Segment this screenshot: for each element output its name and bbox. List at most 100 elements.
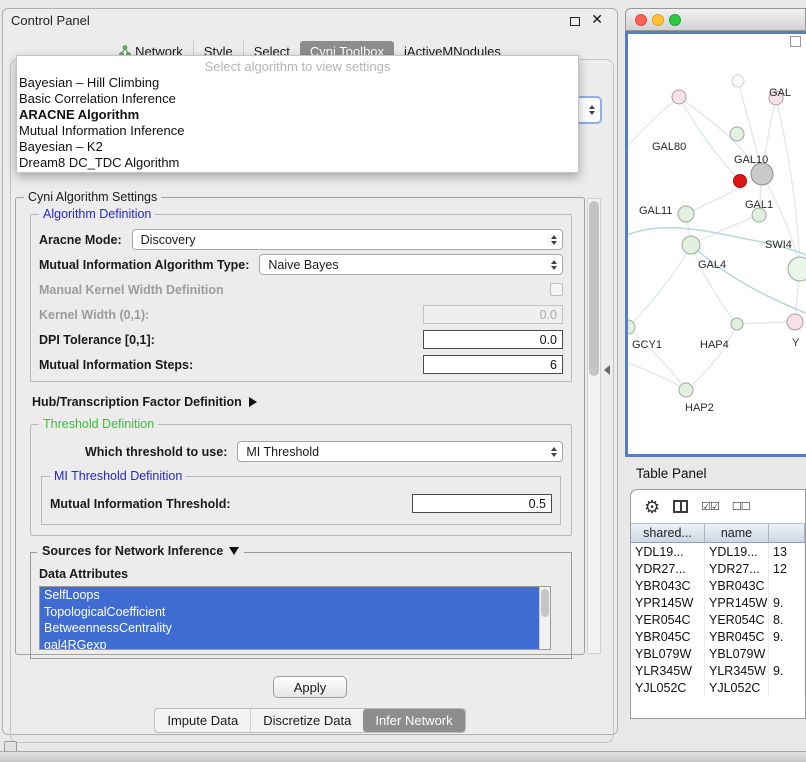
table-row[interactable]: YLR345W YLR345W 9. xyxy=(631,662,805,679)
dpi-tolerance-field[interactable] xyxy=(423,330,563,349)
network-node-gal4[interactable] xyxy=(682,236,700,254)
list-item[interactable]: TopologicalCoefficient xyxy=(40,604,539,621)
table-panel-window: ⚙ ☑☑ ☐☐ shared... name YDL19... YDL19...… xyxy=(630,489,806,719)
table-row[interactable]: YER054C YER054C 8. xyxy=(631,611,805,628)
which-threshold-value: MI Threshold xyxy=(246,445,319,459)
canvas-corner-box[interactable] xyxy=(790,36,801,47)
table-row[interactable]: YBR043C YBR043C xyxy=(631,577,805,594)
control-panel-titlebar: Control Panel ✕ xyxy=(3,9,617,33)
network-node[interactable] xyxy=(787,314,803,330)
mi-type-select[interactable]: Naive Bayes xyxy=(259,254,563,275)
tab-impute-data[interactable]: Impute Data xyxy=(155,709,250,732)
cell: 13 xyxy=(769,543,805,560)
network-node[interactable] xyxy=(731,318,743,330)
gear-icon[interactable]: ⚙ xyxy=(644,498,660,516)
sources-expander[interactable]: Sources for Network Inference xyxy=(37,544,244,558)
network-window-titlebar xyxy=(625,8,806,31)
network-node-labels: GAL GAL80 GAL10 GAL11 GAL1 SWI4 GAL4 GCY… xyxy=(632,87,800,414)
cell: YBL079W xyxy=(631,645,705,662)
manual-kernel-label: Manual Kernel Width Definition xyxy=(39,283,224,297)
list-item[interactable]: gal4RGexp xyxy=(40,637,539,651)
network-view-window: GAL GAL80 GAL10 GAL11 GAL1 SWI4 GAL4 GCY… xyxy=(625,8,806,457)
list-item[interactable]: BetweennessCentrality xyxy=(40,620,539,637)
cell: YDR27... xyxy=(705,560,769,577)
cell: 9. xyxy=(769,628,805,645)
popup-item[interactable]: Mutual Information Inference xyxy=(17,123,578,139)
cell: YLR345W xyxy=(705,662,769,679)
select-all-checkboxes-icon[interactable]: ☑☑ xyxy=(701,500,719,513)
popup-item[interactable]: Bayesian – Hill Climbing xyxy=(17,75,578,91)
table-row[interactable]: YBR045C YBR045C 9. xyxy=(631,628,805,645)
list-item[interactable]: SelfLoops xyxy=(40,587,539,604)
mac-close-button[interactable] xyxy=(635,14,647,26)
network-node[interactable] xyxy=(730,127,744,141)
mi-threshold-field[interactable] xyxy=(412,494,552,513)
network-canvas[interactable]: GAL GAL80 GAL10 GAL11 GAL1 SWI4 GAL4 GCY… xyxy=(625,31,806,457)
list-scrollbar[interactable] xyxy=(539,587,550,649)
network-node[interactable] xyxy=(788,257,806,281)
cell: 12 xyxy=(769,560,805,577)
stepper-icon xyxy=(551,447,557,457)
network-node-red[interactable] xyxy=(734,175,747,188)
splitter-collapse-icon[interactable] xyxy=(604,365,610,375)
deselect-all-checkboxes-icon[interactable]: ☐☐ xyxy=(732,500,750,513)
data-attributes-list: SelfLoops TopologicalCoefficient Between… xyxy=(39,586,551,650)
algorithm-dropdown-popup: Select algorithm to view settings Bayesi… xyxy=(16,55,579,173)
table-row[interactable]: YPR145W YPR145W 9. xyxy=(631,594,805,611)
algorithm-definition-group: Algorithm Definition Aracne Mode: Discov… xyxy=(30,214,572,382)
hub-definition-expander[interactable]: Hub/Transcription Factor Definition xyxy=(32,392,572,412)
columns-icon[interactable] xyxy=(673,500,688,513)
popup-item[interactable]: Dream8 DC_TDC Algorithm xyxy=(17,155,578,171)
close-icon[interactable]: ✕ xyxy=(591,11,603,28)
cell: YPR145W xyxy=(705,594,769,611)
cell: YBL079W xyxy=(705,645,769,662)
cyni-bottom-tabs: Impute Data Discretize Data Infer Networ… xyxy=(3,708,617,733)
table-row[interactable]: YDL19... YDL19... 13 xyxy=(631,543,805,560)
cell: YDR27... xyxy=(631,560,705,577)
which-threshold-select[interactable]: MI Threshold xyxy=(237,441,563,462)
apply-button[interactable]: Apply xyxy=(273,676,347,698)
node-label: GAL10 xyxy=(734,154,768,166)
stepper-icon xyxy=(551,235,557,245)
data-attributes-label: Data Attributes xyxy=(39,567,563,581)
tab-infer-network[interactable]: Infer Network xyxy=(363,709,464,732)
popup-item[interactable]: Bayesian – K2 xyxy=(17,139,578,155)
network-node[interactable] xyxy=(672,90,686,104)
column-header-extra[interactable] xyxy=(769,524,805,542)
table-row[interactable]: YBL079W YBL079W xyxy=(631,645,805,662)
float-window-icon[interactable] xyxy=(570,17,580,26)
column-header-shared[interactable]: shared... xyxy=(631,524,705,542)
stepper-icon xyxy=(551,260,557,270)
mac-zoom-button[interactable] xyxy=(669,14,681,26)
node-label: GAL4 xyxy=(698,259,726,271)
network-node[interactable] xyxy=(732,75,744,87)
network-node[interactable] xyxy=(678,206,694,222)
tab-discretize-data[interactable]: Discretize Data xyxy=(250,709,363,732)
table-row[interactable]: YJL052C YJL052C xyxy=(631,679,805,696)
node-label: GCY1 xyxy=(632,339,662,351)
popup-item-selected[interactable]: ARACNE Algorithm xyxy=(17,107,578,123)
cell: 9. xyxy=(769,594,805,611)
mac-minimize-button[interactable] xyxy=(652,14,664,26)
kernel-width-field[interactable] xyxy=(423,305,563,324)
settings-group-title: Cyni Algorithm Settings xyxy=(24,190,161,204)
cyni-algorithm-settings-group: Cyni Algorithm Settings Algorithm Defini… xyxy=(15,197,585,655)
table-toolbar: ⚙ ☑☑ ☐☐ xyxy=(631,490,805,523)
aracne-mode-select[interactable]: Discovery xyxy=(132,229,563,250)
column-header-name[interactable]: name xyxy=(705,524,769,542)
cell: YBR043C xyxy=(631,577,705,594)
settings-scrollbar[interactable] xyxy=(587,198,601,654)
network-node[interactable] xyxy=(679,383,693,397)
table-row[interactable]: YDR27... YDR27... 12 xyxy=(631,560,805,577)
expand-right-icon xyxy=(249,397,257,407)
popup-placeholder: Select algorithm to view settings xyxy=(17,58,578,75)
cell: YER054C xyxy=(631,611,705,628)
cell: YJL052C xyxy=(705,679,769,696)
popup-item[interactable]: Basic Correlation Inference xyxy=(17,91,578,107)
cell: YER054C xyxy=(705,611,769,628)
sources-title-label: Sources for Network Inference xyxy=(42,544,223,558)
cell: YBR045C xyxy=(631,628,705,645)
network-node-gal10[interactable] xyxy=(751,163,773,185)
mi-steps-field[interactable] xyxy=(423,355,563,374)
manual-kernel-checkbox[interactable] xyxy=(550,283,563,296)
